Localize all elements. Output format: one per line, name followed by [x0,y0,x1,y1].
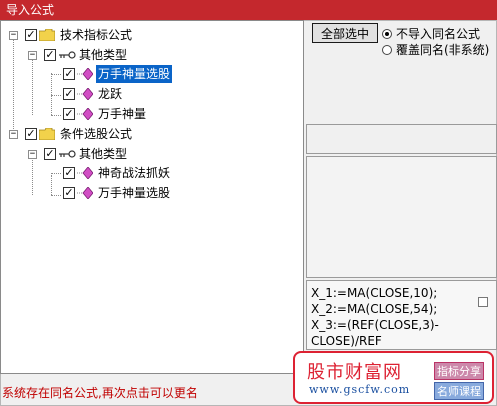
checkbox[interactable]: ✓ [25,29,37,41]
checkbox[interactable]: ✓ [44,49,56,61]
watermark-title: 股市财富网 [307,362,402,383]
tree-node-other-types[interactable]: − ✓ 其他类型 [1,46,301,64]
checkbox[interactable]: ✓ [63,187,75,199]
key-icon [59,150,76,158]
radio-overwrite-duplicates[interactable] [382,45,392,55]
tree-node-label: 万手神量 [98,107,147,121]
tree-node-formula[interactable]: ✓ 神奇战法抓妖 [1,164,301,182]
tree-node-label: 万手神量选股 [98,186,171,200]
tree-node-technical-indicators[interactable]: − ✓ 技术指标公式 [1,26,301,44]
key-icon [59,51,76,59]
import-formula-window: 导入公式 − ✓ 技术指标公式 − ✓ 其他类型 ✓ 万手神量选股 ✓ 龙跃 ✓… [0,0,497,406]
checkbox[interactable]: ✓ [63,167,75,179]
radio-label: 覆盖同名(非系统) [396,43,490,57]
watermark-tag: 指标分享 [434,362,484,380]
radio-label: 不导入同名公式 [396,27,481,41]
tree-node-formula[interactable]: ✓ 万手神量 [1,105,301,123]
code-option-checkbox[interactable] [478,297,488,307]
collapse-toggle[interactable]: − [28,51,37,60]
select-all-button[interactable]: 全部选中 [312,23,378,43]
watermark-url: www.gscfw.com [309,383,411,396]
formula-tree[interactable]: − ✓ 技术指标公式 − ✓ 其他类型 ✓ 万手神量选股 ✓ 龙跃 ✓ 万手神量… [0,20,304,374]
checkbox[interactable]: ✓ [25,128,37,140]
watermark-logo: 股市财富网 www.gscfw.com 指标分享 名师课程 [293,351,494,404]
tree-node-formula[interactable]: ✓ 龙跃 [1,85,301,103]
formula-name-panel [306,124,497,154]
tree-node-formula[interactable]: ✓ 万手神量选股 [1,65,301,83]
watermark-tag: 名师课程 [434,382,484,400]
code-line: X_3:=(REF(CLOSE,3)- [311,318,439,332]
options-panel: 全部选中 不导入同名公式 覆盖同名(非系统) [306,20,497,124]
folder-icon [39,29,55,41]
checkbox[interactable]: ✓ [63,88,75,100]
checkbox[interactable]: ✓ [63,68,75,80]
collapse-toggle[interactable]: − [9,130,18,139]
code-line: CLOSE)/REF [311,334,382,348]
formula-code-preview: X_1:=MA(CLOSE,10); X_2:=MA(CLOSE,54); X_… [306,280,497,350]
tree-node-label: 神奇战法抓妖 [98,166,171,180]
formula-gem-icon [77,68,93,80]
code-line: X_2:=MA(CLOSE,54); [311,302,438,316]
code-line: X_1:=MA(CLOSE,10); [311,286,438,300]
formula-description-panel [306,156,497,278]
tree-node-label: 其他类型 [79,147,128,161]
tree-node-label-selected: 万手神量选股 [96,65,173,83]
title-bar: 导入公式 [0,0,497,20]
checkbox[interactable]: ✓ [63,108,75,120]
tree-node-label: 条件选股公式 [60,127,133,141]
status-message: 系统存在同名公式,再次点击可以更名 [2,386,198,400]
checkbox[interactable]: ✓ [44,148,56,160]
formula-gem-icon [77,187,93,199]
formula-gem-icon [77,167,93,179]
tree-node-other-types[interactable]: − ✓ 其他类型 [1,145,301,163]
tree-node-label: 技术指标公式 [60,28,133,42]
tree-node-formula[interactable]: ✓ 万手神量选股 [1,184,301,202]
tree-node-label: 龙跃 [98,87,123,101]
collapse-toggle[interactable]: − [9,31,18,40]
collapse-toggle[interactable]: − [28,150,37,159]
formula-gem-icon [77,88,93,100]
formula-gem-icon [77,108,93,120]
tree-node-screening-formulas[interactable]: − ✓ 条件选股公式 [1,125,301,143]
radio-no-import-duplicates[interactable] [382,29,392,39]
tree-node-label: 其他类型 [79,48,128,62]
window-title: 导入公式 [6,3,55,17]
folder-icon [39,128,55,140]
